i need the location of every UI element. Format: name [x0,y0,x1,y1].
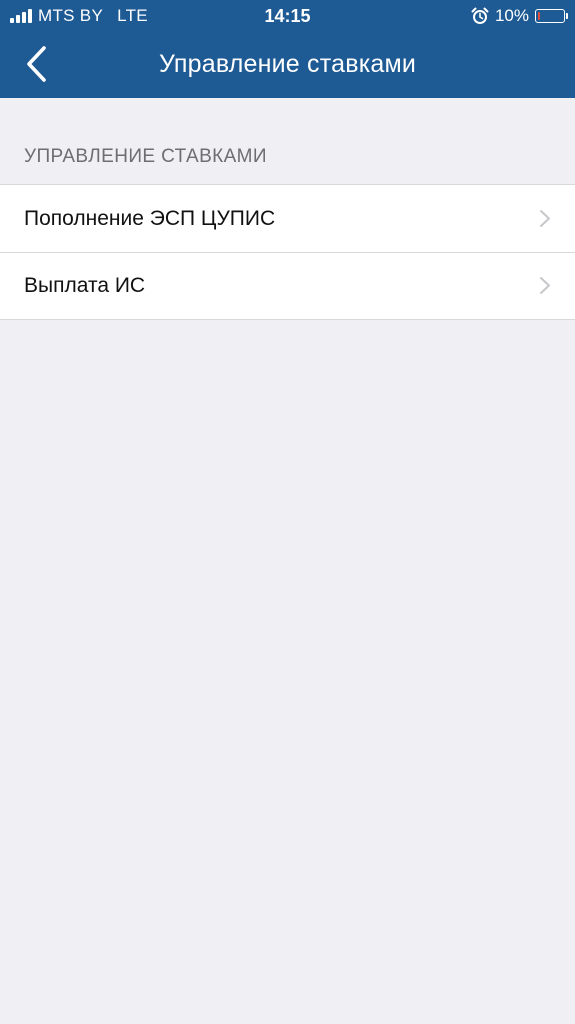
alarm-icon [471,7,489,24]
settings-list: Пополнение ЭСП ЦУПИС Выплата ИС [0,184,575,320]
top-bar: MTS BY LTE 14:15 10% Управление ставками [0,0,575,98]
screen: MTS BY LTE 14:15 10% Управление ставками… [0,0,575,1024]
list-item-label: Выплата ИС [24,273,146,297]
status-right: 10% [471,5,568,27]
list-item-payout[interactable]: Выплата ИС [0,252,575,319]
status-left: MTS BY LTE [10,6,148,26]
chevron-left-icon [27,46,46,82]
page-title: Управление ставками [158,50,417,78]
section-header: УПРАВЛЕНИЕ СТАВКАМИ [24,146,267,167]
chevron-right-icon [540,210,550,227]
battery-icon [535,9,568,23]
status-time: 14:15 [264,6,311,26]
list-item-label: Пополнение ЭСП ЦУПИС [24,206,276,230]
page-title-wrap: Управление ставками [0,50,575,79]
signal-icon [10,9,32,23]
list-item-esp-topup[interactable]: Пополнение ЭСП ЦУПИС [0,185,575,252]
back-button[interactable] [14,42,58,86]
network-type: LTE [117,6,148,25]
status-bar: MTS BY LTE 14:15 10% [0,0,575,32]
nav-bar: Управление ставками [0,32,575,98]
battery-level-fill [538,12,540,20]
carrier-name: MTS BY [38,6,104,25]
chevron-right-icon [540,277,550,294]
battery-percent: 10% [494,6,529,25]
